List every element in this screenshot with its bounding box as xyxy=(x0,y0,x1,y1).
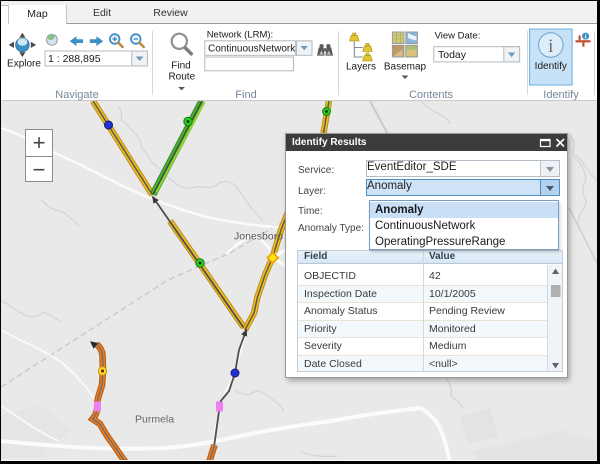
svg-text:Jonesboro: Jonesboro xyxy=(234,231,283,243)
svg-text:Identify: Identify xyxy=(535,61,567,72)
svg-text:Basemap: Basemap xyxy=(384,62,427,73)
svg-text:i: i xyxy=(548,36,553,57)
svg-text:Route: Route xyxy=(168,72,195,83)
svg-text:View Date:: View Date: xyxy=(435,31,481,42)
svg-text:Network (LRM):: Network (LRM): xyxy=(207,30,274,41)
svg-text:Find: Find xyxy=(171,61,190,72)
svg-text:Explore: Explore xyxy=(7,59,41,70)
svg-text:Layers: Layers xyxy=(346,62,376,73)
svg-text:ContinuousNetwork: ContinuousNetwork xyxy=(208,43,296,54)
svg-text:Purmela: Purmela xyxy=(135,414,174,426)
svg-text:1 : 288,895: 1 : 288,895 xyxy=(48,53,101,65)
svg-text:Today: Today xyxy=(438,49,467,61)
svg-text:i: i xyxy=(585,33,587,40)
